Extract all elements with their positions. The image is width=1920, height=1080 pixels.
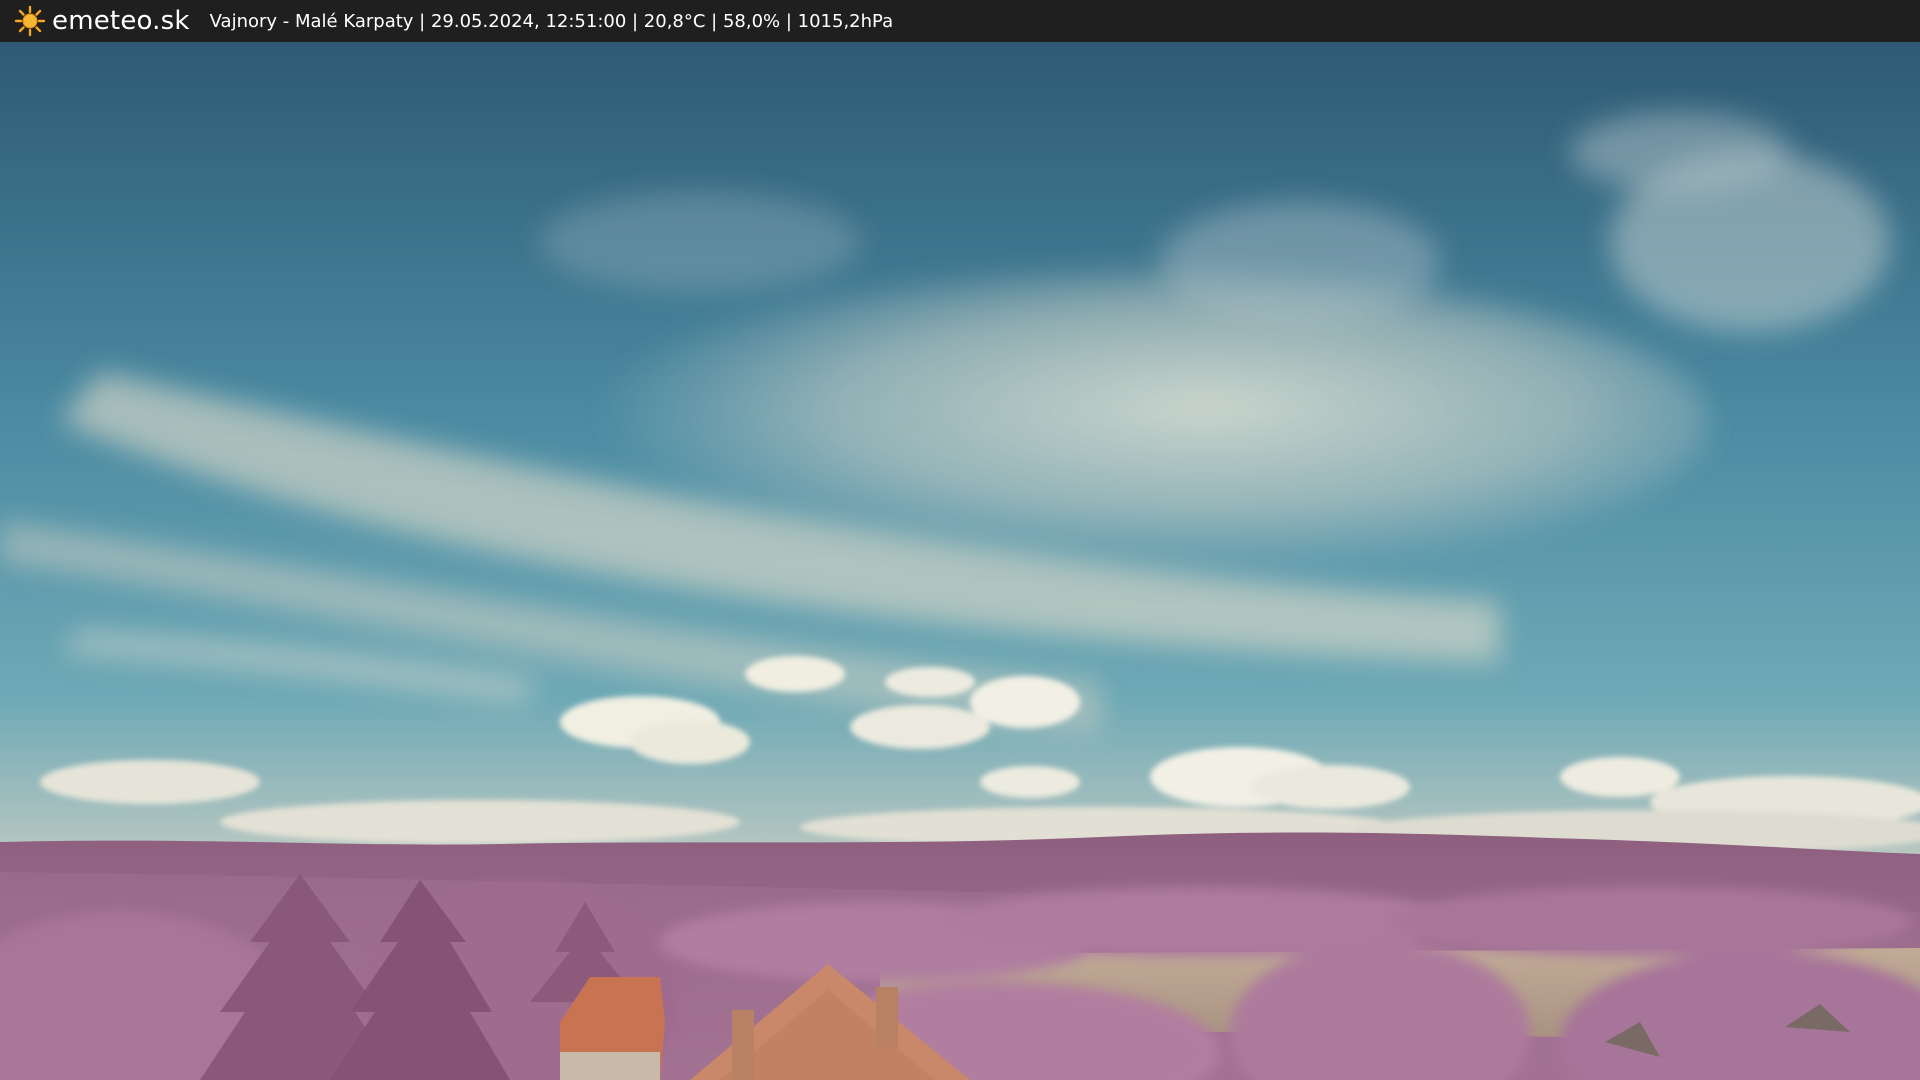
emeteo-logo[interactable]: emeteo.sk	[14, 5, 190, 37]
brand-name: emeteo.sk	[52, 6, 190, 36]
webcam-caption: Vajnory - Malé Karpaty | 29.05.2024, 12:…	[209, 10, 894, 32]
sun-icon	[14, 5, 46, 37]
webcam-image	[0, 42, 1920, 1080]
webcam-header-bar: emeteo.sk Vajnory - Malé Karpaty | 29.05…	[0, 0, 1920, 42]
